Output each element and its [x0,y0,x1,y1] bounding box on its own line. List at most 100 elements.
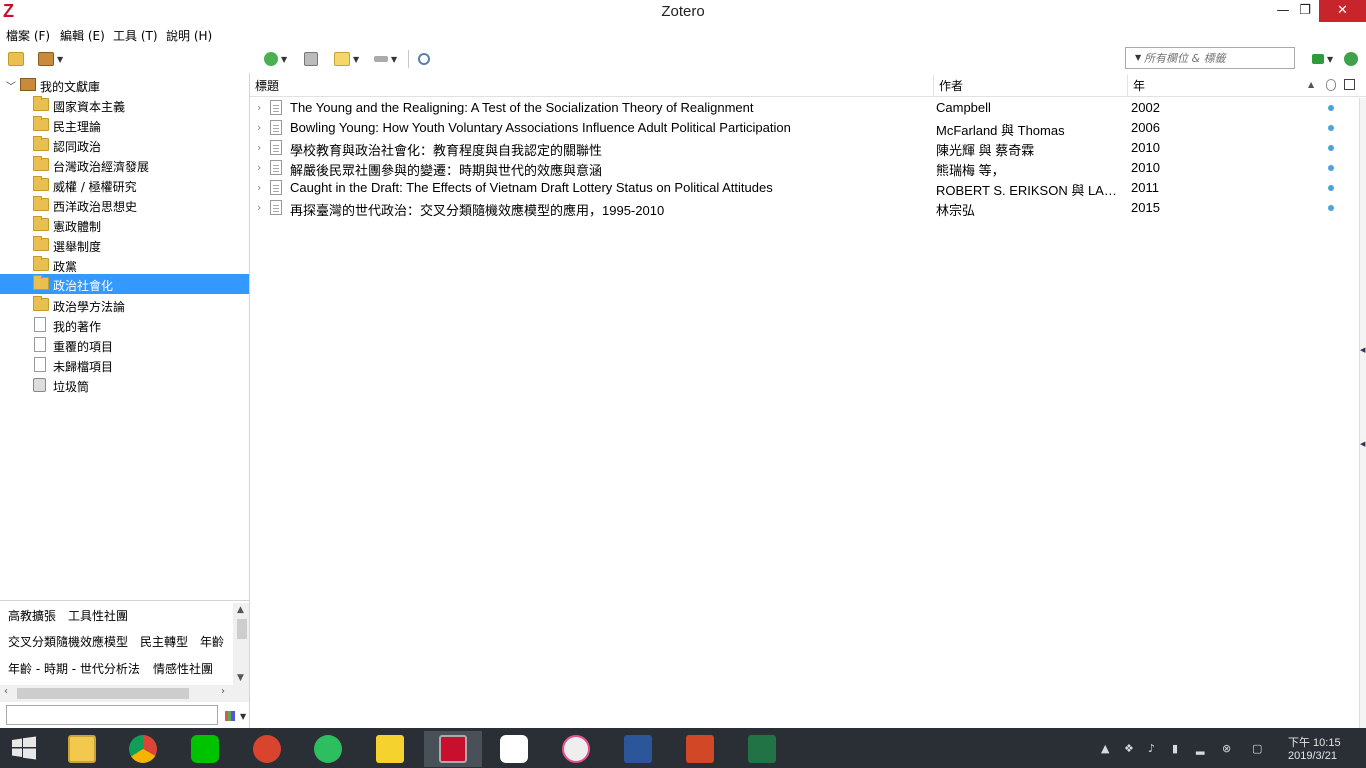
new-note-button[interactable]: ▼ [334,50,359,68]
item-row[interactable]: › 學校教育與政治社會化：教育程度與自我認定的關聯性 陳光輝 與 蔡奇霖 201… [250,138,1358,158]
column-picker-icon[interactable] [1344,79,1355,90]
menu-tools[interactable]: 工具 (T) [113,27,158,44]
collection-item[interactable]: 威權 / 極權研究 [0,175,249,195]
collection-item[interactable]: 國家資本主義 [0,95,249,115]
chevron-right-icon[interactable]: › [257,121,261,134]
collection-item[interactable]: 選舉制度 [0,235,249,255]
collection-item[interactable]: 政治學方法論 [0,295,249,315]
collection-duplicates[interactable]: 重覆的項目 [0,335,249,355]
clock-time[interactable]: 下午 10:15 [1288,734,1341,750]
column-header-title[interactable]: 標題 [250,75,934,97]
icloud-icon[interactable] [494,731,534,767]
collection-item[interactable]: 台灣政治經濟發展 [0,155,249,175]
collection-item[interactable]: 民主理論 [0,115,249,135]
collection-item[interactable]: 西洋政治思想史 [0,195,249,215]
attachment-status-icon[interactable] [1328,165,1334,171]
scroll-thumb[interactable] [237,619,247,639]
item-row[interactable]: › The Young and the Realigning: A Test o… [250,98,1358,118]
search-box[interactable]: ▼ [1125,47,1295,69]
tag[interactable]: 工具性社團 [68,607,128,624]
collection-unfiled[interactable]: 未歸檔項目 [0,355,249,375]
item-row[interactable]: › 再探臺灣的世代政治：交叉分類隨機效應模型的應用，1995-2010 林宗弘 … [250,198,1358,218]
chevron-down-icon[interactable]: ▼ [240,712,246,721]
menu-help[interactable]: 說明 (H) [166,27,212,44]
scroll-up-icon[interactable]: ▲ [237,605,244,615]
collection-item[interactable]: 政黨 [0,255,249,275]
chevron-right-icon[interactable]: › [257,161,261,174]
itunes-icon[interactable] [556,731,596,767]
power-icon[interactable]: ▮ [1172,742,1178,755]
scroll-down-icon[interactable]: ▼ [237,673,244,683]
scroll-thumb[interactable] [17,688,189,699]
sync-button[interactable] [1344,50,1358,68]
tag[interactable]: 高教擴張 [8,607,56,624]
word-icon[interactable] [618,731,658,767]
scroll-left-icon[interactable]: ‹ [4,686,8,697]
add-by-identifier-button[interactable] [304,50,318,68]
collapse-arrow-icon[interactable]: ◀ [1360,346,1365,354]
tag-vertical-scrollbar[interactable]: ▲ ▼ [233,603,249,685]
chevron-right-icon[interactable]: › [257,141,261,154]
attachment-status-icon[interactable] [1328,185,1334,191]
collection-my-publications[interactable]: 我的著作 [0,315,249,335]
tag[interactable]: 民主轉型 [140,633,188,650]
attachment-status-icon[interactable] [1328,205,1334,211]
new-item-button[interactable]: ▼ [264,50,287,68]
item-row[interactable]: › Bowling Young: How Youth Voluntary Ass… [250,118,1358,138]
collection-item[interactable]: 憲政體制 [0,215,249,235]
collection-my-library[interactable]: ﹀ 我的文獻庫 [0,75,249,95]
volume-icon[interactable]: ♪ [1148,742,1155,755]
menu-edit[interactable]: 編輯 (E) [60,27,105,44]
notification-blocked-icon[interactable]: ⊗ [1222,742,1231,755]
column-header-year[interactable]: 年 [1128,75,1322,97]
tag[interactable]: 年齡 [200,633,224,650]
item-row[interactable]: › Caught in the Draft: The Effects of Vi… [250,178,1358,198]
attachment-status-icon[interactable] [1328,145,1334,151]
tag[interactable]: 年齡 - 時期 - 世代分析法 [8,660,140,677]
tag-horizontal-scrollbar[interactable]: ‹ › [0,685,249,702]
chrome-icon[interactable] [123,731,163,767]
add-attachment-button[interactable]: ▼ [374,50,397,68]
excel-icon[interactable] [742,731,782,767]
dropbox-icon[interactable]: ❖ [1124,742,1134,755]
column-header-creator[interactable]: 作者 [934,75,1128,97]
collection-item[interactable]: 認同政治 [0,135,249,155]
chevron-down-icon[interactable]: ﹀ [6,78,16,93]
search-mode-chevron-icon[interactable]: ▼ [1135,53,1141,62]
menu-file[interactable]: 檔案 (F) [6,27,50,44]
collection-item-selected[interactable]: 政治社會化 [0,274,249,294]
item-pane-collapse-handle[interactable]: ◀ ◀ [1359,98,1366,728]
item-row[interactable]: › 解嚴後民眾社團參與的變遷：時期與世代的效應與意涵 熊瑞梅 等， 2010 [250,158,1358,178]
collapse-arrow-icon[interactable]: ◀ [1360,440,1365,448]
attachment-status-icon[interactable] [1328,125,1334,131]
maximize-button[interactable]: ❐ [1290,0,1320,22]
show-hidden-icons-icon[interactable]: ▲ [1101,742,1109,755]
tag[interactable]: 交叉分類隨機效應模型 [8,633,128,650]
chevron-right-icon[interactable]: › [257,201,261,214]
search-input[interactable] [1144,50,1292,66]
collection-trash[interactable]: 垃圾筒 [0,375,249,395]
ccleaner-icon[interactable] [247,731,287,767]
windows-start-icon[interactable] [8,736,40,760]
locate-button[interactable]: ▼ [1312,50,1333,68]
tag[interactable]: 情感性社團 [153,660,213,677]
attachment-column-icon[interactable] [1326,79,1336,91]
chevron-right-icon[interactable]: › [257,181,261,194]
chevron-right-icon[interactable]: › [257,101,261,114]
network-icon[interactable]: ▂ [1196,742,1204,755]
evernote-icon[interactable] [308,731,348,767]
advanced-search-button[interactable] [418,50,430,68]
powerpoint-icon[interactable] [680,731,720,767]
close-button[interactable]: ✕ [1319,0,1366,22]
attachment-status-icon[interactable] [1328,105,1334,111]
clock-date[interactable]: 2019/3/21 [1288,750,1337,762]
tag-actions-icon[interactable] [225,711,235,721]
tag-filter-input[interactable] [6,705,218,725]
zotero-icon[interactable] [424,731,482,767]
new-library-button[interactable]: ▼ [38,50,63,68]
line-icon[interactable] [185,731,225,767]
new-collection-button[interactable] [8,50,24,68]
file-explorer-icon[interactable] [62,731,102,767]
stickies-icon[interactable] [370,731,410,767]
action-center-icon[interactable]: ▢ [1252,742,1262,755]
